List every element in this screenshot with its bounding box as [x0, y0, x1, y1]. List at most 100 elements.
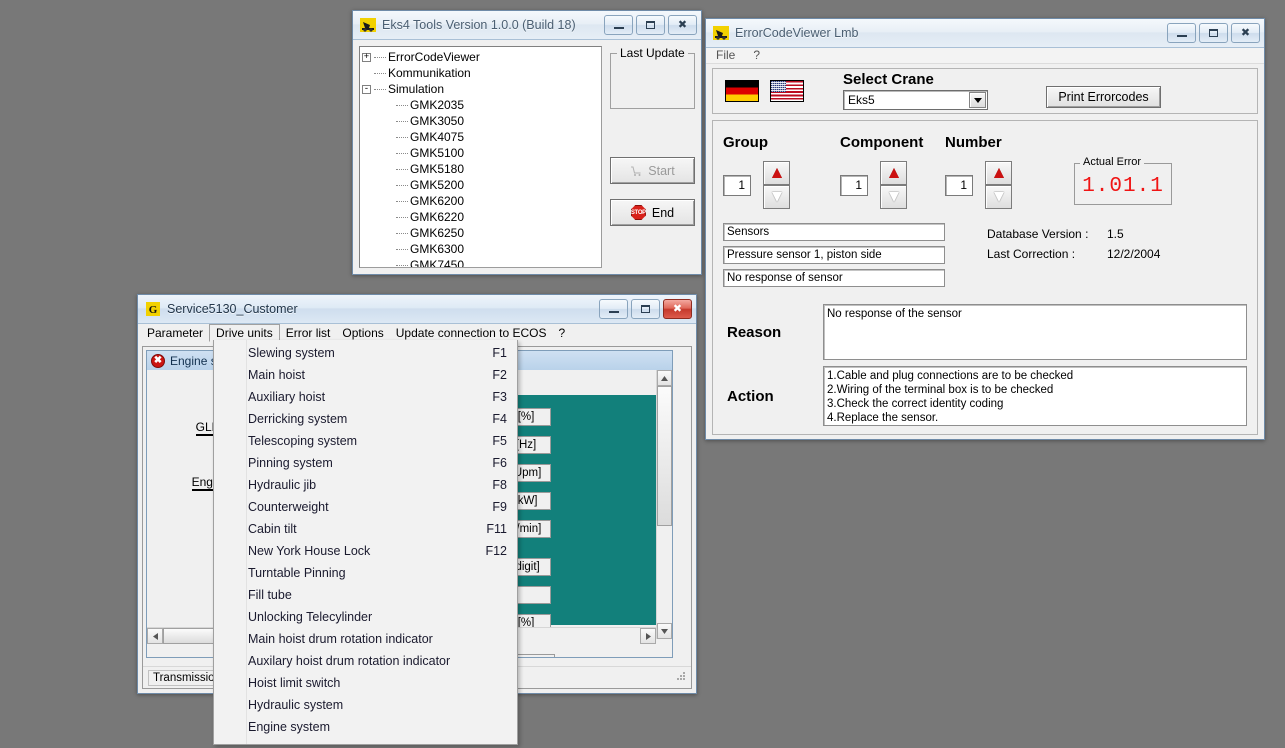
- menu-item-shortcut: F2: [492, 368, 507, 382]
- menu-item-counterweight[interactable]: Counterweight F9: [246, 496, 517, 518]
- scroll-up-button[interactable]: [657, 370, 672, 386]
- tree-node[interactable]: GMK4075: [362, 129, 601, 145]
- chevron-down-icon[interactable]: [969, 92, 986, 109]
- collapse-icon[interactable]: -: [362, 84, 371, 94]
- scroll-left-button[interactable]: [147, 628, 163, 644]
- number-spin-down[interactable]: [985, 185, 1012, 209]
- titlebar-eks4[interactable]: Eks4 Tools Version 1.0.0 (Build 18) ✖: [353, 11, 701, 40]
- start-button[interactable]: Start: [610, 157, 695, 184]
- component-value[interactable]: 1: [840, 174, 868, 196]
- tree-node[interactable]: GMK7450: [362, 257, 601, 267]
- tree-node[interactable]: GMK6220: [362, 209, 601, 225]
- cart-icon: [630, 165, 642, 177]
- tree-node[interactable]: + ErrorCodeViewer: [362, 49, 601, 65]
- tree-node[interactable]: Kommunikation: [362, 65, 601, 81]
- scrollbar-thumb[interactable]: [657, 386, 672, 526]
- window-eks4-tools[interactable]: Eks4 Tools Version 1.0.0 (Build 18) ✖ + E…: [352, 10, 702, 275]
- group-stepper[interactable]: 1: [723, 161, 840, 209]
- component-spin-down[interactable]: [880, 185, 907, 209]
- tree-node[interactable]: GMK6300: [362, 241, 601, 257]
- tree-node[interactable]: GMK6250: [362, 225, 601, 241]
- tree-node[interactable]: GMK5200: [362, 177, 601, 193]
- menu-item-main-hoist[interactable]: Main hoist F2: [246, 364, 517, 386]
- menu-item-hydraulic-jib[interactable]: Hydraulic jib F8: [246, 474, 517, 496]
- menu-item-main-hoist-drum-rotation-indicator[interactable]: Main hoist drum rotation indicator: [246, 628, 517, 650]
- errorcodeviewer-body: File ? Select Crane Eks5 Print Errorcode…: [706, 48, 1264, 439]
- scroll-right-button[interactable]: [640, 628, 656, 644]
- service-menu-options[interactable]: Options: [336, 325, 389, 341]
- tree-node[interactable]: - Simulation: [362, 81, 601, 97]
- expand-icon[interactable]: +: [362, 52, 371, 62]
- maximize-button-service[interactable]: [631, 299, 660, 319]
- menu-item-unlocking-telecylinder[interactable]: Unlocking Telecylinder: [246, 606, 517, 628]
- tree-node[interactable]: GMK6200: [362, 193, 601, 209]
- ecv-spinner-row: 1 1 1 Actual Error 1.01.1: [723, 156, 1247, 209]
- action-textarea[interactable]: 1.Cable and plug connections are to be c…: [823, 366, 1247, 426]
- tree-node[interactable]: GMK3050: [362, 113, 601, 129]
- component-spin-up[interactable]: [880, 161, 907, 185]
- german-flag[interactable]: [725, 79, 759, 102]
- menu-item-hydraulic-system[interactable]: Hydraulic system: [246, 694, 517, 716]
- db-version-label: Database Version :: [987, 227, 1089, 241]
- menu-item-engine-system[interactable]: Engine system: [246, 716, 517, 738]
- menu-item-fill-tube[interactable]: Fill tube: [246, 584, 517, 606]
- select-crane-dropdown[interactable]: Eks5: [843, 90, 988, 111]
- simulation-tree[interactable]: + ErrorCodeViewer Kommunikation - Simulation…: [359, 46, 602, 268]
- maximize-button-eks4[interactable]: [636, 15, 665, 35]
- tree-connector: [374, 72, 386, 74]
- drive-units-dropdown-menu[interactable]: Slewing system F1 Main hoist F2 Auxiliary ho…: [213, 340, 518, 745]
- component-spin-buttons[interactable]: [880, 161, 907, 209]
- number-spin-buttons[interactable]: [985, 161, 1012, 209]
- number-stepper[interactable]: 1: [945, 161, 1050, 209]
- window-controls-service5130[interactable]: ✖: [599, 299, 692, 319]
- minimize-button-service[interactable]: [599, 299, 628, 319]
- maximize-button-ecv[interactable]: [1199, 23, 1228, 43]
- grid-vertical-scrollbar[interactable]: [656, 370, 672, 639]
- us-flag[interactable]: [770, 79, 804, 102]
- group-spin-buttons[interactable]: [763, 161, 790, 209]
- close-button-eks4[interactable]: ✖: [668, 15, 697, 35]
- resize-grip-icon[interactable]: [675, 670, 687, 685]
- print-errorcodes-button[interactable]: Print Errorcodes: [1046, 85, 1161, 108]
- close-button-service[interactable]: ✖: [663, 299, 692, 319]
- menu-item-file[interactable]: File: [716, 48, 735, 62]
- menu-item-turntable-pinning[interactable]: Turntable Pinning: [246, 562, 517, 584]
- service-menu-parameter[interactable]: Parameter: [141, 325, 209, 341]
- tree-node[interactable]: GMK5100: [362, 145, 601, 161]
- menu-item-pinning-system[interactable]: Pinning system F6: [246, 452, 517, 474]
- minimize-button-ecv[interactable]: [1167, 23, 1196, 43]
- window-controls-eks4[interactable]: ✖: [604, 15, 697, 35]
- menu-item-shortcut: F8: [492, 478, 507, 492]
- menu-item-telescoping-system[interactable]: Telescoping system F5: [246, 430, 517, 452]
- group-spin-down[interactable]: [763, 185, 790, 209]
- service-menu-update-connection-to-ecos[interactable]: Update connection to ECOS: [390, 325, 553, 341]
- group-spin-up[interactable]: [763, 161, 790, 185]
- menu-item-slewing-system[interactable]: Slewing system F1: [246, 342, 517, 364]
- last-update-group: Last Update: [610, 46, 695, 109]
- end-button[interactable]: STOP End: [610, 199, 695, 226]
- service-menu-[interactable]: ?: [553, 325, 572, 341]
- number-value[interactable]: 1: [945, 174, 973, 196]
- menu-item-auxilary-hoist-drum-rotation-indicator[interactable]: Auxilary hoist drum rotation indicator: [246, 650, 517, 672]
- number-spin-up[interactable]: [985, 161, 1012, 185]
- menu-item-new-york-house-lock[interactable]: New York House Lock F12: [246, 540, 517, 562]
- menu-item-hoist-limit-switch[interactable]: Hoist limit switch: [246, 672, 517, 694]
- menu-item-cabin-tilt[interactable]: Cabin tilt F11: [246, 518, 517, 540]
- tree-node[interactable]: GMK5180: [362, 161, 601, 177]
- window-errorcodeviewer[interactable]: ErrorCodeViewer Lmb ✖ File ? Select Cran…: [705, 18, 1265, 440]
- close-button-ecv[interactable]: ✖: [1231, 23, 1260, 43]
- scroll-down-button[interactable]: [657, 623, 672, 639]
- component-stepper[interactable]: 1: [840, 161, 945, 209]
- window-controls-errorcodeviewer[interactable]: ✖: [1167, 23, 1260, 43]
- menu-item-help[interactable]: ?: [753, 48, 760, 62]
- titlebar-service5130[interactable]: G Service5130_Customer ✖: [138, 295, 696, 324]
- menu-item-derricking-system[interactable]: Derricking system F4: [246, 408, 517, 430]
- menu-item-auxiliary-hoist[interactable]: Auxiliary hoist F3: [246, 386, 517, 408]
- ecv-menubar[interactable]: File ?: [706, 48, 1264, 64]
- group-value[interactable]: 1: [723, 174, 751, 196]
- reason-textarea[interactable]: No response of the sensor: [823, 304, 1247, 360]
- service-menu-error-list[interactable]: Error list: [280, 325, 337, 341]
- minimize-button-eks4[interactable]: [604, 15, 633, 35]
- tree-node[interactable]: GMK2035: [362, 97, 601, 113]
- titlebar-errorcodeviewer[interactable]: ErrorCodeViewer Lmb ✖: [706, 19, 1264, 48]
